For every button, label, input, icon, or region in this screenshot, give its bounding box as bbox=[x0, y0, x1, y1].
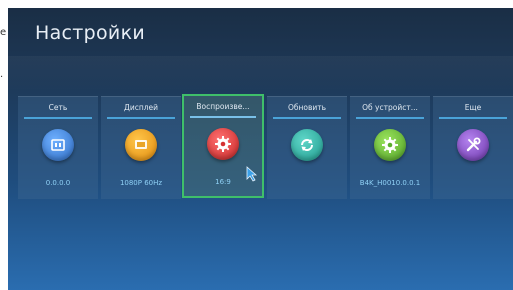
tile-label: Дисплей bbox=[123, 103, 159, 112]
tile-label: Воспроизве... bbox=[196, 102, 250, 111]
pointer-cursor-icon bbox=[246, 166, 258, 182]
tile-underline bbox=[273, 117, 341, 119]
display-icon bbox=[125, 129, 157, 161]
tile-network[interactable]: Сеть 0.0.0.0 bbox=[18, 96, 98, 199]
tile-underline bbox=[107, 117, 175, 119]
tile-display[interactable]: Дисплей 1080P 60Hz bbox=[101, 96, 181, 199]
tools-icon bbox=[457, 129, 489, 161]
tile-update[interactable]: Обновить bbox=[267, 96, 347, 199]
tile-label: Сеть bbox=[48, 103, 68, 112]
left-text-fragment: е bbox=[0, 28, 7, 38]
left-page-strip: е . bbox=[0, 0, 8, 290]
settings-tile-row: Сеть 0.0.0.0 Дисплей 1080P 60Hz Воспроиз… bbox=[18, 94, 513, 202]
tile-value: B4K_H0010.0.0.1 bbox=[359, 179, 421, 187]
tile-underline bbox=[439, 117, 507, 119]
tv-settings-screen: Настройки Сеть 0.0.0.0 Дисплей 1080P 60H… bbox=[8, 8, 513, 290]
tile-label: Еще bbox=[464, 103, 482, 112]
tile-underline bbox=[24, 117, 92, 119]
tile-about-device[interactable]: Об устройст... B4K_H0010.0.0.1 bbox=[350, 96, 430, 199]
page-title: Настройки bbox=[35, 22, 146, 44]
network-icon bbox=[42, 129, 74, 161]
tile-underline bbox=[356, 117, 424, 119]
tile-value: 0.0.0.0 bbox=[45, 179, 71, 187]
about-gear-icon bbox=[374, 129, 406, 161]
tile-label: Об устройст... bbox=[362, 103, 418, 112]
tile-label: Обновить bbox=[287, 103, 327, 112]
playback-gear-icon bbox=[207, 128, 239, 160]
tile-more[interactable]: Еще bbox=[433, 96, 513, 199]
left-text-fragment: . bbox=[0, 70, 4, 80]
header-divider bbox=[8, 56, 513, 92]
tile-value: 1080P 60Hz bbox=[119, 179, 163, 187]
tile-underline bbox=[190, 116, 256, 118]
tile-playback[interactable]: Воспроизве... 16:9 bbox=[182, 94, 264, 198]
refresh-icon bbox=[291, 129, 323, 161]
